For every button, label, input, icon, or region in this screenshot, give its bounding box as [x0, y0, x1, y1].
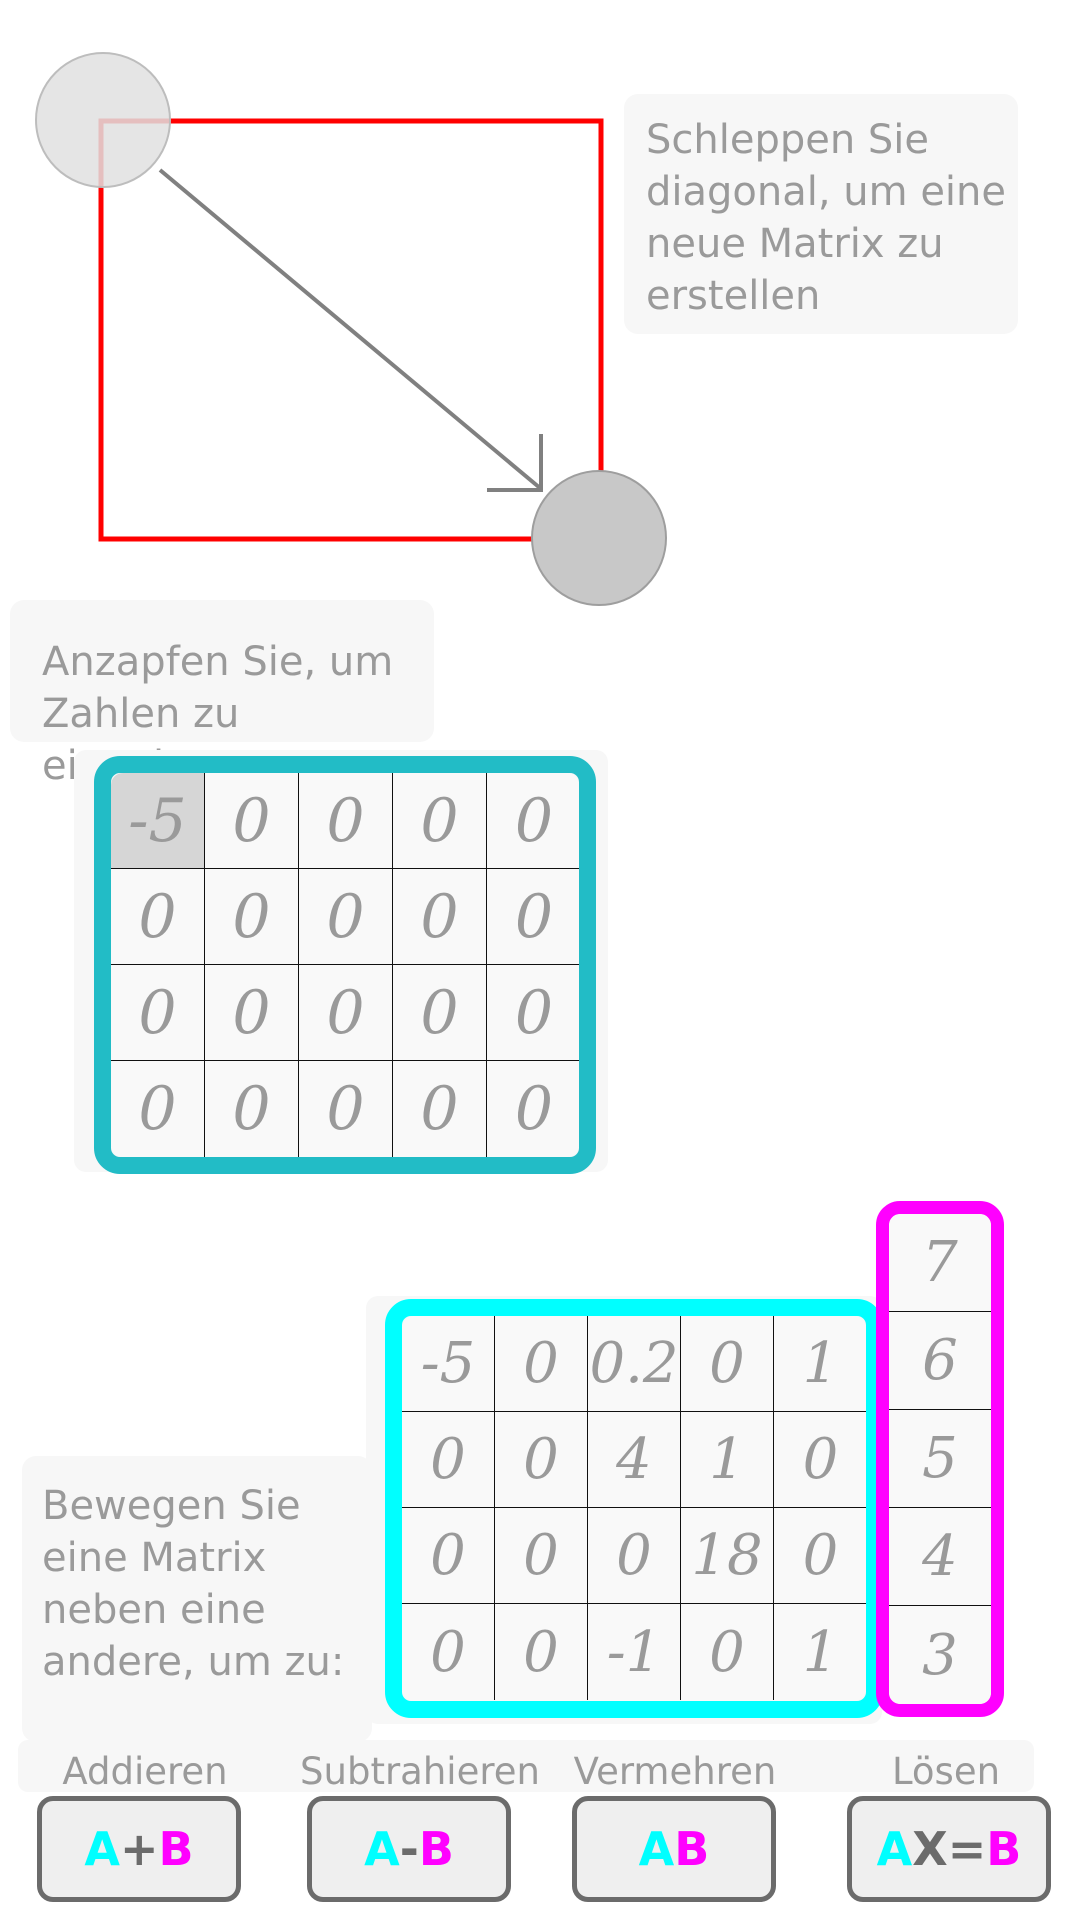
matrix-a-cell[interactable]: 0	[681, 1604, 774, 1700]
drag-hint-text: Schleppen Sie diagonal, um eine neue Mat…	[646, 117, 1006, 319]
matrix-a-cell[interactable]: 0	[402, 1604, 495, 1700]
operation-button-subtrahieren[interactable]: A-B	[307, 1796, 511, 1902]
editor-matrix-cell[interactable]: 0	[205, 773, 299, 869]
matrix-a-cell[interactable]: 1	[774, 1316, 866, 1412]
operation-label: Vermehren	[573, 1750, 777, 1793]
move-hint-text: Bewegen Sie eine Matrix neben eine ander…	[42, 1483, 345, 1685]
operation-symbol: +	[120, 1822, 159, 1876]
matrix-a-cell[interactable]: 0	[402, 1508, 495, 1604]
matrix-a-cell[interactable]: -5	[402, 1316, 495, 1412]
operation-symbol: A	[876, 1822, 913, 1876]
editor-matrix-cell[interactable]: 0	[393, 869, 487, 965]
operation-symbol: B	[986, 1822, 1022, 1876]
operation-symbol: X=	[912, 1822, 987, 1876]
operation-symbol: A	[638, 1822, 675, 1876]
matrix-b-cell[interactable]: 7	[889, 1214, 991, 1312]
matrix-a-cell[interactable]: 0.2	[588, 1316, 681, 1412]
diagonal-arrow-icon	[158, 168, 543, 492]
matrix-a-cell[interactable]: -1	[588, 1604, 681, 1700]
editor-matrix-cell[interactable]: 0	[111, 1061, 205, 1157]
editor-matrix-cell[interactable]: 0	[393, 965, 487, 1061]
matrix-a-cell[interactable]: 0	[681, 1316, 774, 1412]
matrix-a-cell[interactable]: 0	[495, 1316, 588, 1412]
editor-matrix-cell[interactable]: 0	[299, 1061, 393, 1157]
matrix-a-cell[interactable]: 4	[588, 1412, 681, 1508]
editor-matrix-cell[interactable]: 0	[393, 1061, 487, 1157]
operation-label: Lösen	[891, 1750, 1001, 1793]
move-hint: Bewegen Sie eine Matrix neben eine ander…	[22, 1456, 372, 1742]
matrix-b-cell[interactable]: 5	[889, 1410, 991, 1508]
matrix-b-cell[interactable]: 3	[889, 1606, 991, 1704]
matrix-b-cell[interactable]: 4	[889, 1508, 991, 1606]
matrix-a-cell[interactable]: 1	[774, 1604, 866, 1700]
editor-matrix-cell[interactable]: -5	[111, 773, 205, 869]
operation-label: Addieren	[62, 1750, 228, 1793]
matrix-a-cell[interactable]: 0	[774, 1412, 866, 1508]
operation-symbol: B	[158, 1822, 194, 1876]
editor-matrix-cell[interactable]: 0	[205, 869, 299, 965]
matrix-a-cell[interactable]: 0	[495, 1412, 588, 1508]
matrix-b[interactable]: 76543	[876, 1201, 1004, 1717]
editor-matrix-cell[interactable]: 0	[393, 773, 487, 869]
drag-end-handle[interactable]	[531, 470, 667, 606]
editor-matrix-grid: -5 0 0 0 0 0 0 0 0 0 0 0 0 0 0 0 0 0 0 0	[111, 773, 579, 1157]
matrix-a-grid: -5 0 0.2 0 1 0 0 4 1 0 0 0 0 18 0 0 0 -1 0 1	[402, 1316, 866, 1701]
editor-matrix-cell[interactable]: 0	[487, 965, 579, 1061]
editor-matrix-cell[interactable]: 0	[487, 1061, 579, 1157]
drag-start-handle[interactable]	[35, 52, 171, 188]
editor-matrix-cell[interactable]: 0	[111, 869, 205, 965]
operation-symbol: -	[399, 1822, 419, 1876]
matrix-a-cell[interactable]: 1	[681, 1412, 774, 1508]
matrix-a-cell[interactable]: 0	[774, 1508, 866, 1604]
editor-matrix-cell[interactable]: 0	[299, 869, 393, 965]
matrix-a-cell[interactable]: 0	[402, 1412, 495, 1508]
matrix-a-cell[interactable]: 0	[495, 1508, 588, 1604]
editor-matrix-cell[interactable]: 0	[487, 773, 579, 869]
operation-symbol: B	[418, 1822, 454, 1876]
matrix-a-cell[interactable]: 18	[681, 1508, 774, 1604]
matrix-a[interactable]: -5 0 0.2 0 1 0 0 4 1 0 0 0 0 18 0 0 0 -1 0 1	[385, 1299, 883, 1718]
editor-matrix[interactable]: -5 0 0 0 0 0 0 0 0 0 0 0 0 0 0 0 0 0 0 0	[94, 756, 596, 1174]
operation-button-addieren[interactable]: A + B	[37, 1796, 241, 1902]
tap-hint: Anzapfen Sie, um Zahlen zu eingeben	[10, 600, 434, 789]
editor-matrix-cell[interactable]: 0	[487, 869, 579, 965]
matrix-a-cell[interactable]: 0	[495, 1604, 588, 1700]
drag-hint: Schleppen Sie diagonal, um eine neue Mat…	[624, 94, 1018, 334]
editor-matrix-cell[interactable]: 0	[299, 965, 393, 1061]
operation-label: Subtrahieren	[300, 1750, 540, 1793]
operation-symbol: A	[364, 1822, 400, 1876]
operation-symbol: A	[84, 1822, 120, 1876]
matrix-b-grid: 76543	[889, 1214, 991, 1704]
operation-button-lösen[interactable]: A X= B	[847, 1796, 1051, 1902]
editor-matrix-cell[interactable]: 0	[205, 1061, 299, 1157]
editor-matrix-cell[interactable]: 0	[299, 773, 393, 869]
editor-matrix-cell[interactable]: 0	[111, 965, 205, 1061]
editor-matrix-cell[interactable]: 0	[205, 965, 299, 1061]
operation-symbol: B	[674, 1822, 710, 1876]
matrix-a-cell[interactable]: 0	[588, 1508, 681, 1604]
operation-button-vermehren[interactable]: AB	[572, 1796, 776, 1902]
matrix-b-cell[interactable]: 6	[889, 1312, 991, 1410]
